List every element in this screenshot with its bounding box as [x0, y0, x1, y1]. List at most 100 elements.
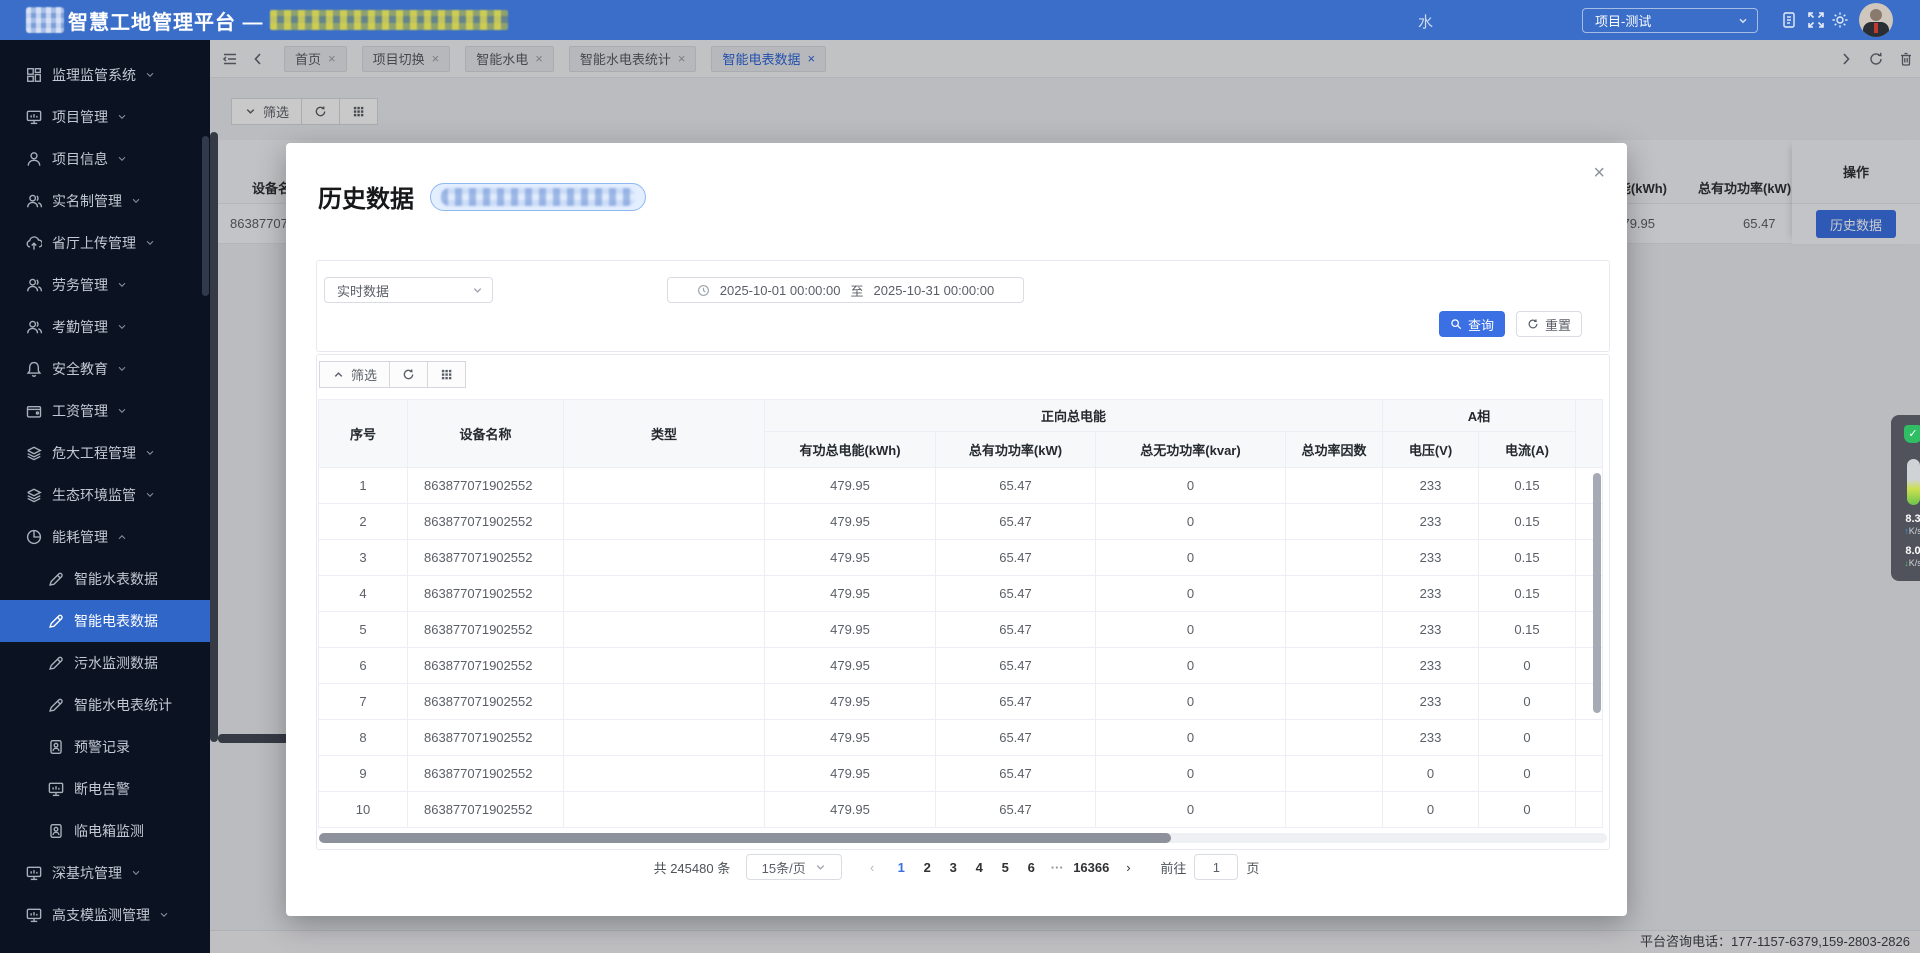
- page-number-5[interactable]: 5: [992, 860, 1018, 875]
- cell: 479.95: [765, 792, 936, 828]
- reset-button[interactable]: 重置: [1516, 311, 1582, 337]
- monitor-icon: [26, 907, 42, 923]
- sidebar-item-断电告警[interactable]: 断电告警: [0, 768, 210, 810]
- cell: 0: [1096, 540, 1286, 576]
- sidebar-item-项目信息[interactable]: 项目信息: [0, 138, 210, 180]
- page-number-1[interactable]: 1: [888, 860, 914, 875]
- document-icon[interactable]: [1780, 11, 1798, 29]
- cell: 233: [1383, 576, 1479, 612]
- sidebar-item-label: 监理监管系统: [52, 65, 136, 85]
- table-horizontal-scrollbar[interactable]: [319, 833, 1607, 843]
- table-row: 4863877071902552479.9565.4702330.15: [319, 576, 1603, 612]
- chevdown-icon: [116, 153, 128, 165]
- pen-icon: [48, 571, 64, 587]
- chevron-down-icon: [1737, 15, 1749, 27]
- badge-icon: [48, 739, 64, 755]
- sidebar-item-工资管理[interactable]: 工资管理: [0, 390, 210, 432]
- search-button[interactable]: 查询: [1439, 311, 1505, 337]
- sidebar-item-深基坑管理[interactable]: 深基坑管理: [0, 852, 210, 894]
- table-vertical-scrollbar[interactable]: [1593, 473, 1601, 713]
- sidebar-item-项目管理[interactable]: 项目管理: [0, 96, 210, 138]
- data-type-select[interactable]: 实时数据: [324, 277, 493, 303]
- cell: 0.15: [1479, 576, 1576, 612]
- table-row: 2863877071902552479.9565.4702330.15: [319, 504, 1603, 540]
- net-monitor-widget[interactable]: ✓ 8.3 ↑K/s 8.0 ↓K/s: [1891, 415, 1920, 581]
- date-range-picker[interactable]: 2025-10-01 00:00:00 至 2025-10-31 00:00:0…: [667, 277, 1024, 303]
- sidebar-item-危大工程管理[interactable]: 危大工程管理: [0, 432, 210, 474]
- cell: 233: [1383, 504, 1479, 540]
- sidebar-item-label: 工资管理: [52, 401, 108, 421]
- close-icon[interactable]: ×: [1593, 163, 1605, 183]
- cell: [1286, 792, 1383, 828]
- sidebar-item-安全教育[interactable]: 安全教育: [0, 348, 210, 390]
- sidebar-item-智能电表数据[interactable]: 智能电表数据: [0, 600, 210, 642]
- pagination-total: 共 245480 条: [654, 858, 731, 877]
- sidebar-item-实名制管理[interactable]: 实名制管理: [0, 180, 210, 222]
- modal-filter-button[interactable]: 筛选: [319, 361, 390, 388]
- sidebar-item-预警记录[interactable]: 预警记录: [0, 726, 210, 768]
- chevdown-icon: [116, 279, 128, 291]
- cell: 479.95: [765, 720, 936, 756]
- cell: 479.95: [765, 504, 936, 540]
- cell-gutter: [1576, 792, 1603, 828]
- cell: 863877071902552: [408, 792, 564, 828]
- sidebar-item-临电箱监测[interactable]: 临电箱监测: [0, 810, 210, 852]
- sidebar-item-label: 智能电表数据: [74, 611, 158, 631]
- sidebar-item-监理监管系统[interactable]: 监理监管系统: [0, 54, 210, 96]
- cell: 863877071902552: [408, 720, 564, 756]
- cell: 0.15: [1479, 612, 1576, 648]
- page-number-3[interactable]: 3: [940, 860, 966, 875]
- data-type-value: 实时数据: [337, 281, 389, 300]
- cell: 0.15: [1479, 540, 1576, 576]
- cell: [564, 612, 765, 648]
- table-row: 3863877071902552479.9565.4702330.15: [319, 540, 1603, 576]
- page-number-16366[interactable]: 16366: [1070, 860, 1112, 875]
- fullscreen-icon[interactable]: [1807, 11, 1825, 29]
- pen-icon: [48, 697, 64, 713]
- chevdown-icon: [116, 363, 128, 375]
- cell: [1286, 720, 1383, 756]
- next-page-icon[interactable]: ›: [1116, 860, 1140, 875]
- sidebar-scrollbar[interactable]: [202, 136, 209, 296]
- sidebar-item-劳务管理[interactable]: 劳务管理: [0, 264, 210, 306]
- cell: [564, 576, 765, 612]
- cell: [564, 684, 765, 720]
- cell: 0.15: [1479, 504, 1576, 540]
- sidebar-item-label: 项目信息: [52, 149, 108, 169]
- project-select[interactable]: 项目-测试: [1582, 8, 1758, 33]
- gear-icon[interactable]: [1831, 11, 1849, 29]
- net-gauge: [1907, 459, 1920, 505]
- project-name-redacted: [270, 10, 508, 30]
- chevdown-icon: [130, 867, 142, 879]
- sidebar-item-智能水电表统计[interactable]: 智能水电表统计: [0, 684, 210, 726]
- sidebar-item-省厅上传管理[interactable]: 省厅上传管理: [0, 222, 210, 264]
- sidebar-item-考勤管理[interactable]: 考勤管理: [0, 306, 210, 348]
- modal-columns-button[interactable]: [428, 361, 466, 388]
- prev-page-icon[interactable]: ‹: [860, 860, 884, 875]
- user-avatar[interactable]: [1859, 3, 1893, 37]
- sidebar-item-能耗管理[interactable]: 能耗管理: [0, 516, 210, 558]
- cell: [1286, 756, 1383, 792]
- goto-page-input[interactable]: [1194, 854, 1238, 880]
- cloud-icon: [26, 235, 42, 251]
- cell: 233: [1383, 648, 1479, 684]
- net-down-unit: ↓K/s: [1904, 558, 1920, 569]
- modal-refresh-button[interactable]: [390, 361, 428, 388]
- table-row: 9863877071902552479.9565.47000: [319, 756, 1603, 792]
- sidebar-item-智能水表数据[interactable]: 智能水表数据: [0, 558, 210, 600]
- sidebar-item-生态环境监管[interactable]: 生态环境监管: [0, 474, 210, 516]
- page-size-select[interactable]: 15条/页: [746, 854, 842, 880]
- sidebar-item-label: 实名制管理: [52, 191, 122, 211]
- page-number-6[interactable]: 6: [1018, 860, 1044, 875]
- sidebar-item-高支模监测管理[interactable]: 高支模监测管理: [0, 894, 210, 936]
- page-number-2[interactable]: 2: [914, 860, 940, 875]
- cell: [1286, 648, 1383, 684]
- page-number-4[interactable]: 4: [966, 860, 992, 875]
- sidebar-item-label: 污水监测数据: [74, 653, 158, 673]
- table-row: 1863877071902552479.9565.4702330.15: [319, 468, 1603, 504]
- users-icon: [26, 319, 42, 335]
- sidebar-item-label: 断电告警: [74, 779, 130, 799]
- sidebar-item-污水监测数据[interactable]: 污水监测数据: [0, 642, 210, 684]
- cell: [564, 504, 765, 540]
- cell: 9: [319, 756, 408, 792]
